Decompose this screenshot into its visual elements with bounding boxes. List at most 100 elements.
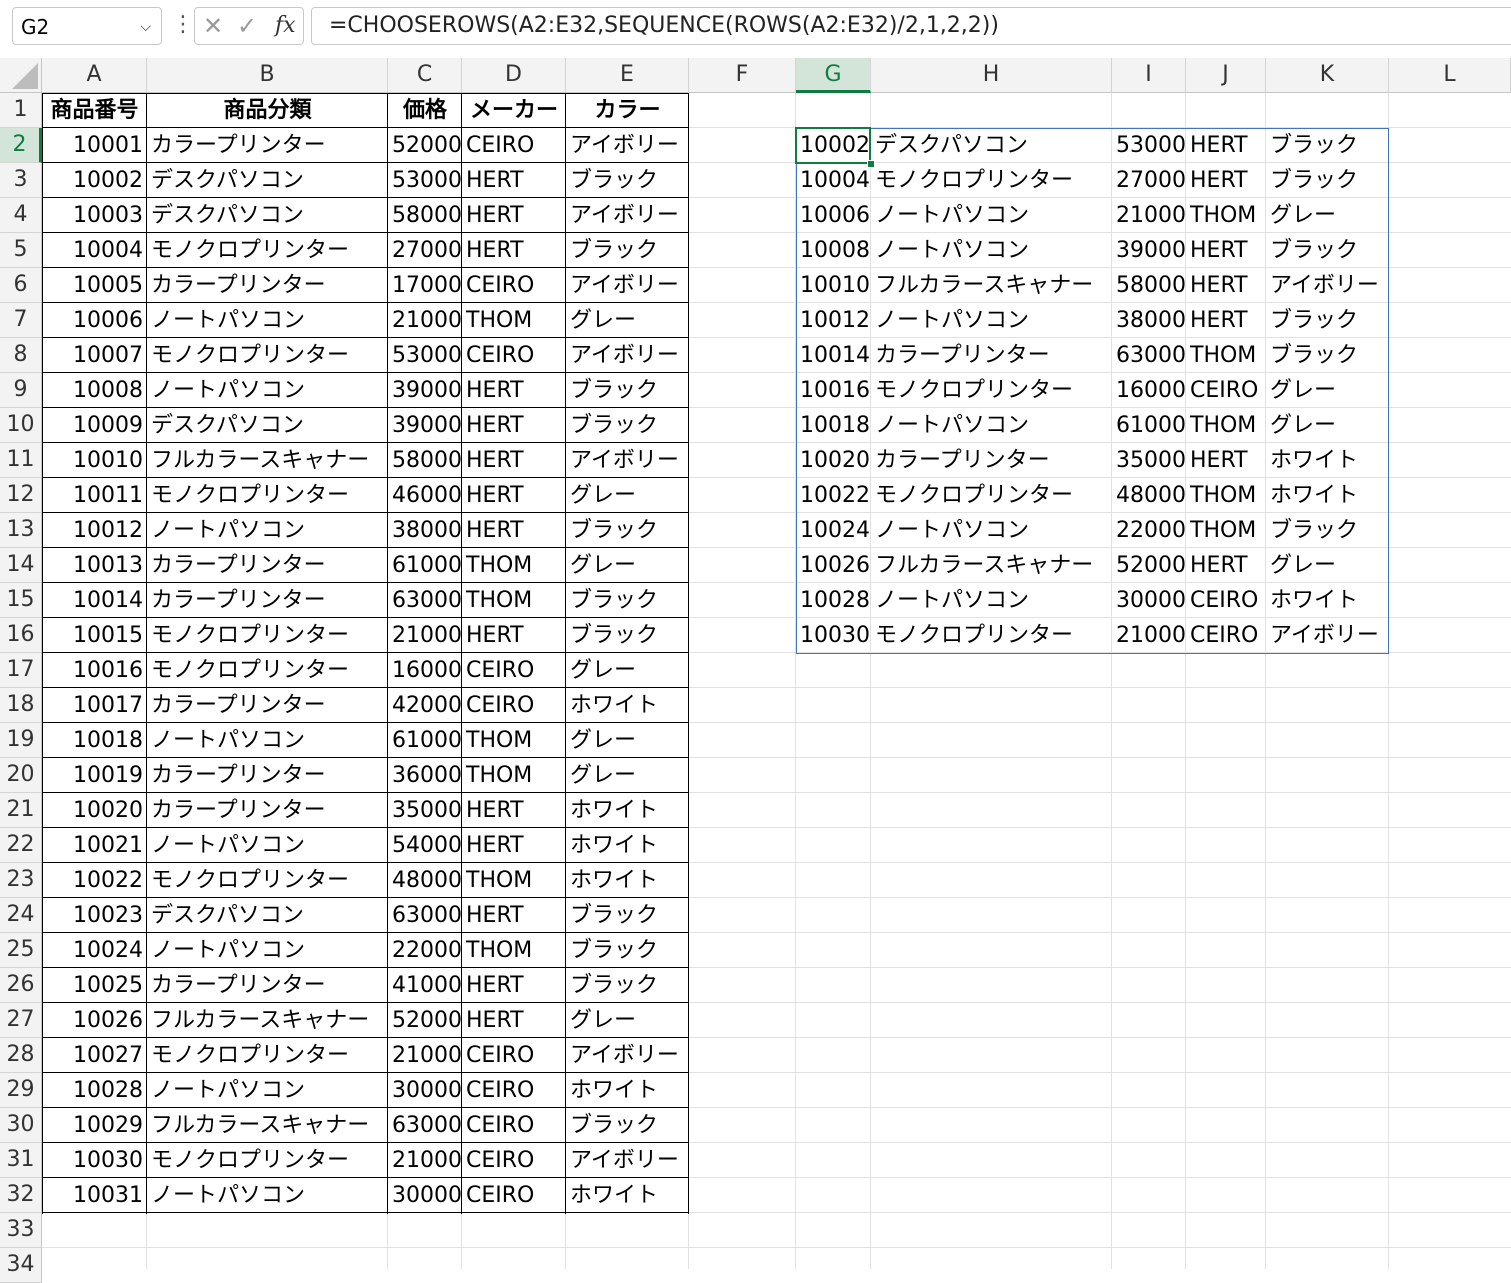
row-header-24[interactable]: 24 <box>0 898 42 933</box>
spill-cell[interactable]: グレー <box>1266 548 1389 583</box>
source-cell[interactable]: ホワイト <box>566 1178 689 1213</box>
spill-cell[interactable]: 52000 <box>1112 548 1186 583</box>
spill-cell[interactable]: HERT <box>1186 443 1266 478</box>
row-header-18[interactable]: 18 <box>0 688 42 723</box>
source-cell[interactable]: モノクロプリンター <box>147 618 388 653</box>
formula-input[interactable]: =CHOOSEROWS(A2:E32,SEQUENCE(ROWS(A2:E32)… <box>311 7 1511 45</box>
column-header-j[interactable]: J <box>1186 58 1266 93</box>
spill-cell[interactable]: ノートパソコン <box>871 408 1112 443</box>
row-header-9[interactable]: 9 <box>0 373 42 408</box>
source-cell[interactable]: カラープリンター <box>147 268 388 303</box>
source-cell[interactable]: ブラック <box>566 583 689 618</box>
source-cell[interactable]: 36000 <box>388 758 462 793</box>
spill-cell[interactable]: CEIRO <box>1186 373 1266 408</box>
source-cell[interactable]: HERT <box>462 968 566 1003</box>
spill-cell[interactable]: グレー <box>1266 408 1389 443</box>
source-cell[interactable]: 38000 <box>388 513 462 548</box>
source-cell[interactable]: 17000 <box>388 268 462 303</box>
source-cell[interactable]: 10020 <box>42 793 147 828</box>
spill-cell[interactable]: グレー <box>1266 373 1389 408</box>
source-cell[interactable]: 10013 <box>42 548 147 583</box>
source-cell[interactable]: 10002 <box>42 163 147 198</box>
table-header-cell[interactable]: 価格 <box>388 93 462 128</box>
source-cell[interactable]: デスクパソコン <box>147 408 388 443</box>
source-cell[interactable]: モノクロプリンター <box>147 1143 388 1178</box>
source-cell[interactable]: 30000 <box>388 1178 462 1213</box>
source-cell[interactable]: カラープリンター <box>147 793 388 828</box>
row-header-27[interactable]: 27 <box>0 1003 42 1038</box>
spill-cell[interactable]: 22000 <box>1112 513 1186 548</box>
row-header-4[interactable]: 4 <box>0 198 42 233</box>
source-cell[interactable]: カラープリンター <box>147 128 388 163</box>
table-header-cell[interactable]: カラー <box>566 93 689 128</box>
source-cell[interactable]: ノートパソコン <box>147 1073 388 1108</box>
spill-cell[interactable]: HERT <box>1186 233 1266 268</box>
source-cell[interactable]: カラープリンター <box>147 688 388 723</box>
source-cell[interactable]: ブラック <box>566 898 689 933</box>
source-cell[interactable]: ノートパソコン <box>147 373 388 408</box>
spill-cell[interactable]: 10012 <box>796 303 871 338</box>
spill-cell[interactable]: フルカラースキャナー <box>871 548 1112 583</box>
source-cell[interactable]: HERT <box>462 163 566 198</box>
spill-cell[interactable]: HERT <box>1186 303 1266 338</box>
source-cell[interactable]: 48000 <box>388 863 462 898</box>
column-header-e[interactable]: E <box>566 58 689 93</box>
source-cell[interactable]: 52000 <box>388 1003 462 1038</box>
source-cell[interactable]: CEIRO <box>462 1038 566 1073</box>
source-cell[interactable]: 10022 <box>42 863 147 898</box>
spill-cell[interactable]: 10024 <box>796 513 871 548</box>
column-header-l[interactable]: L <box>1389 58 1511 93</box>
spill-cell[interactable]: ホワイト <box>1266 583 1389 618</box>
source-cell[interactable]: アイボリー <box>566 268 689 303</box>
source-cell[interactable]: 10030 <box>42 1143 147 1178</box>
source-cell[interactable]: 41000 <box>388 968 462 1003</box>
source-cell[interactable]: ノートパソコン <box>147 303 388 338</box>
source-cell[interactable]: 21000 <box>388 1143 462 1178</box>
source-cell[interactable]: 10011 <box>42 478 147 513</box>
source-cell[interactable]: 63000 <box>388 1108 462 1143</box>
row-header-17[interactable]: 17 <box>0 653 42 688</box>
source-cell[interactable]: ホワイト <box>566 828 689 863</box>
source-cell[interactable]: CEIRO <box>462 128 566 163</box>
name-box[interactable]: G2 ⌵ <box>12 7 162 45</box>
source-cell[interactable]: ブラック <box>566 408 689 443</box>
row-header-25[interactable]: 25 <box>0 933 42 968</box>
source-cell[interactable]: HERT <box>462 478 566 513</box>
row-header-26[interactable]: 26 <box>0 968 42 1003</box>
row-header-31[interactable]: 31 <box>0 1143 42 1178</box>
spill-cell[interactable]: 63000 <box>1112 338 1186 373</box>
source-cell[interactable]: 10024 <box>42 933 147 968</box>
source-cell[interactable]: HERT <box>462 618 566 653</box>
source-cell[interactable]: モノクロプリンター <box>147 478 388 513</box>
source-cell[interactable]: HERT <box>462 373 566 408</box>
column-header-f[interactable]: F <box>689 58 796 93</box>
source-cell[interactable]: ブラック <box>566 373 689 408</box>
source-cell[interactable]: 10028 <box>42 1073 147 1108</box>
source-cell[interactable]: HERT <box>462 233 566 268</box>
row-header-32[interactable]: 32 <box>0 1178 42 1213</box>
table-header-cell[interactable]: 商品分類 <box>147 93 388 128</box>
spill-cell[interactable]: 61000 <box>1112 408 1186 443</box>
spill-cell[interactable]: 10026 <box>796 548 871 583</box>
column-header-h[interactable]: H <box>871 58 1112 93</box>
source-cell[interactable]: 10012 <box>42 513 147 548</box>
spill-cell[interactable]: HERT <box>1186 268 1266 303</box>
column-header-d[interactable]: D <box>462 58 566 93</box>
source-cell[interactable]: 58000 <box>388 443 462 478</box>
row-header-30[interactable]: 30 <box>0 1108 42 1143</box>
row-header-11[interactable]: 11 <box>0 443 42 478</box>
source-cell[interactable]: 10009 <box>42 408 147 443</box>
spill-cell[interactable]: HERT <box>1186 163 1266 198</box>
source-cell[interactable]: 42000 <box>388 688 462 723</box>
source-cell[interactable]: モノクロプリンター <box>147 233 388 268</box>
source-cell[interactable]: 46000 <box>388 478 462 513</box>
source-cell[interactable]: THOM <box>462 863 566 898</box>
source-cell[interactable]: ブラック <box>566 513 689 548</box>
source-cell[interactable]: 63000 <box>388 898 462 933</box>
row-header-28[interactable]: 28 <box>0 1038 42 1073</box>
source-cell[interactable]: グレー <box>566 758 689 793</box>
source-cell[interactable]: 10006 <box>42 303 147 338</box>
source-cell[interactable]: カラープリンター <box>147 968 388 1003</box>
source-cell[interactable]: 10025 <box>42 968 147 1003</box>
source-cell[interactable]: カラープリンター <box>147 758 388 793</box>
